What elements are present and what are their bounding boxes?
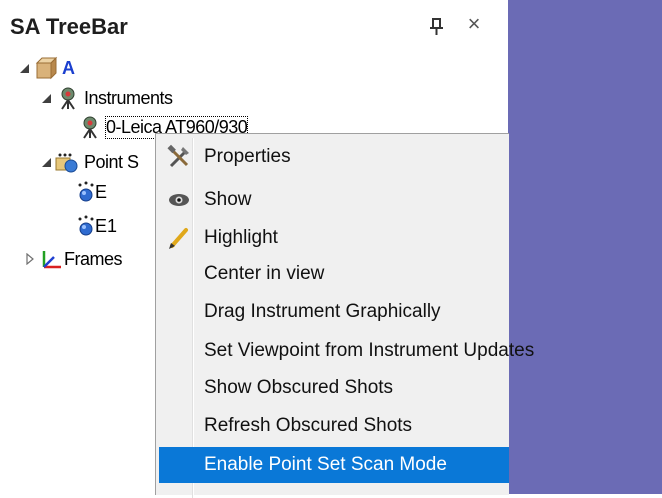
pin-icon[interactable] (426, 16, 448, 38)
menu-item-properties[interactable]: Properties (159, 139, 509, 175)
menu-item-label: Properties (204, 146, 291, 167)
menu-item-highlight[interactable]: Highlight (159, 220, 509, 256)
tree-node-instruments-label: Instruments (84, 88, 173, 108)
menu-item-center-in-view[interactable]: Center in view (159, 256, 509, 292)
instrument-icon (83, 116, 97, 139)
tree-node-point-e1[interactable]: E1 (0, 214, 140, 240)
collapsed-arrow-icon[interactable] (24, 253, 36, 265)
tree-node-frames-label: Frames (64, 249, 123, 269)
tree-node-point-e1-label: E1 (95, 216, 118, 236)
menu-item-label: Show Obscured Shots (204, 377, 394, 398)
point-set-icon (55, 153, 78, 173)
close-button[interactable]: × (463, 12, 485, 36)
graphics-viewport[interactable] (508, 0, 662, 494)
expanded-arrow-icon[interactable] (40, 156, 52, 168)
menu-item-label: Center in view (204, 263, 325, 284)
frames-icon (42, 251, 61, 269)
menu-item-show[interactable]: Show (159, 182, 509, 218)
tree-node-frames[interactable]: Frames (0, 247, 160, 273)
panel-titlebar: SA TreeBar × (0, 0, 508, 56)
panel-title: SA TreeBar (10, 14, 128, 39)
tree-node-point-sets[interactable]: Point S (0, 150, 160, 176)
tree-node-root[interactable]: A (0, 56, 200, 82)
menu-item-enable-scan-mode[interactable]: Enable Point Set Scan Mode (159, 447, 509, 483)
menu-item-show-obscured-shots[interactable]: Show Obscured Shots (159, 370, 509, 406)
eye-icon (169, 194, 189, 206)
pencil-icon (169, 228, 188, 249)
menu-item-label: Refresh Obscured Shots (204, 415, 413, 436)
tree-node-point-sets-label: Point S (84, 152, 139, 172)
menu-item-set-viewpoint[interactable]: Set Viewpoint from Instrument Updates (159, 333, 534, 369)
menu-item-label: Drag Instrument Graphically (204, 301, 441, 322)
instrument-icon (61, 87, 75, 110)
context-menu: Properties Show Highlight Center in view… (155, 133, 534, 498)
tree-node-root-label: A (62, 58, 75, 78)
menu-item-refresh-obscured-shots[interactable]: Refresh Obscured Shots (159, 408, 509, 444)
tree-node-point-e[interactable]: E (0, 180, 140, 206)
menu-item-label: Enable Point Set Scan Mode (204, 454, 447, 475)
tree-node-point-e-label: E (95, 182, 108, 202)
menu-item-label: Set Viewpoint from Instrument Updates (204, 340, 535, 361)
tools-icon (167, 144, 189, 168)
menu-item-label: Show (204, 189, 252, 210)
expanded-arrow-icon[interactable] (40, 92, 52, 104)
package-icon (35, 56, 58, 80)
expanded-arrow-icon[interactable] (18, 62, 30, 74)
menu-item-drag-instrument[interactable]: Drag Instrument Graphically (159, 294, 509, 330)
menu-item-label: Highlight (204, 227, 278, 248)
tree-node-instruments[interactable]: Instruments (0, 86, 260, 112)
